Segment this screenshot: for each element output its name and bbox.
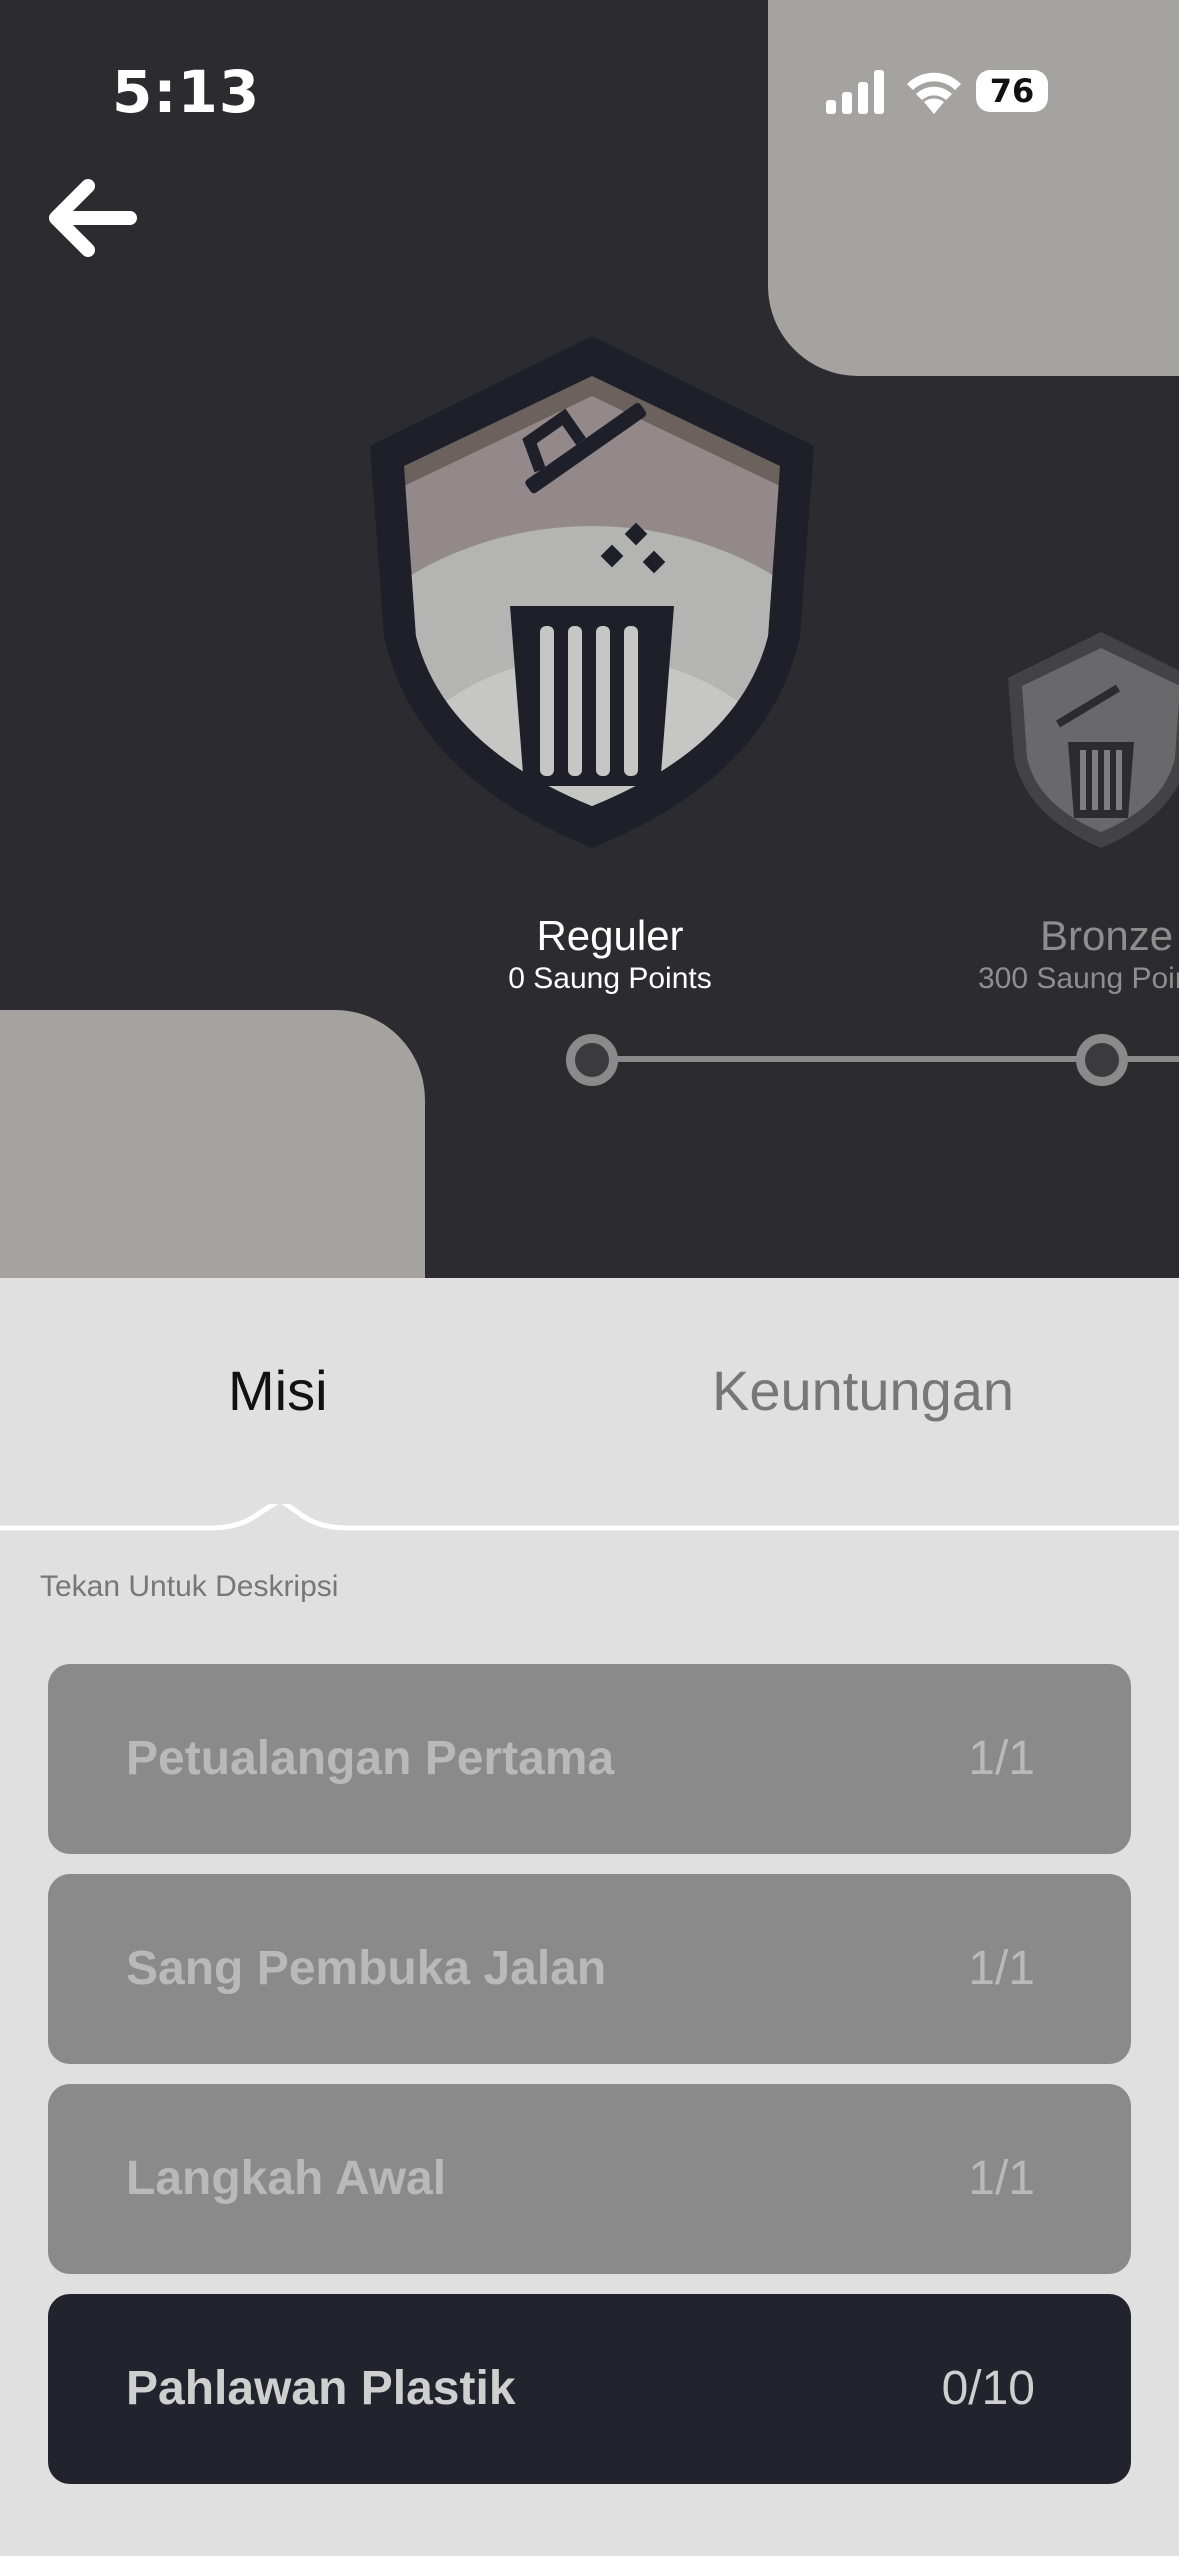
status-time: 5:13 (112, 58, 261, 126)
mission-count: 0/10 (941, 2362, 1035, 2415)
battery-indicator: 76 (976, 70, 1048, 112)
mission-item[interactable]: Langkah Awal 1/1 (48, 2084, 1131, 2274)
tier-name-reguler: Reguler (536, 912, 684, 959)
signal-icon (826, 70, 884, 114)
mission-title: Sang Pembuka Jalan (126, 1942, 607, 1995)
tier-name-bronze: Bronze (1040, 912, 1174, 959)
mission-title: Langkah Awal (126, 2152, 447, 2205)
mission-count: 1/1 (968, 1942, 1035, 1995)
hero-section: 5:13 76 Reguler 0 Saung Points Bronze 30… (0, 0, 1179, 1278)
hint-text: Tekan Untuk Deskripsi (40, 1570, 339, 1603)
mission-item-active[interactable]: Pahlawan Plastik 0/10 (48, 2294, 1131, 2484)
tab-keuntungan[interactable]: Keuntungan (712, 1358, 1014, 1423)
tab-indicator (0, 1504, 1179, 1531)
decor-shape-top-right (768, 0, 1179, 376)
tier-node-bronze[interactable] (1076, 1034, 1128, 1086)
tier-points-bronze: 300 Saung Points (978, 962, 1179, 995)
mission-count: 1/1 (968, 2152, 1035, 2205)
status-icons: 76 (826, 62, 1066, 122)
mission-title: Petualangan Pertama (126, 1732, 615, 1785)
decor-shape-bottom-left (0, 1010, 425, 1278)
badge-reguler-icon (370, 336, 814, 848)
mission-item[interactable]: Petualangan Pertama 1/1 (48, 1664, 1131, 1854)
wifi-icon (907, 72, 961, 114)
tier-node-reguler[interactable] (566, 1034, 618, 1086)
mission-item[interactable]: Sang Pembuka Jalan 1/1 (48, 1874, 1131, 2064)
tab-bar: Misi Keuntungan (0, 1278, 1179, 1518)
mission-title: Pahlawan Plastik (126, 2362, 516, 2415)
mission-count: 1/1 (968, 1732, 1035, 1785)
badge-bronze-icon (1008, 632, 1179, 848)
back-arrow-icon[interactable] (42, 168, 152, 268)
tab-misi[interactable]: Misi (228, 1358, 328, 1423)
tier-points-reguler: 0 Saung Points (508, 962, 712, 995)
